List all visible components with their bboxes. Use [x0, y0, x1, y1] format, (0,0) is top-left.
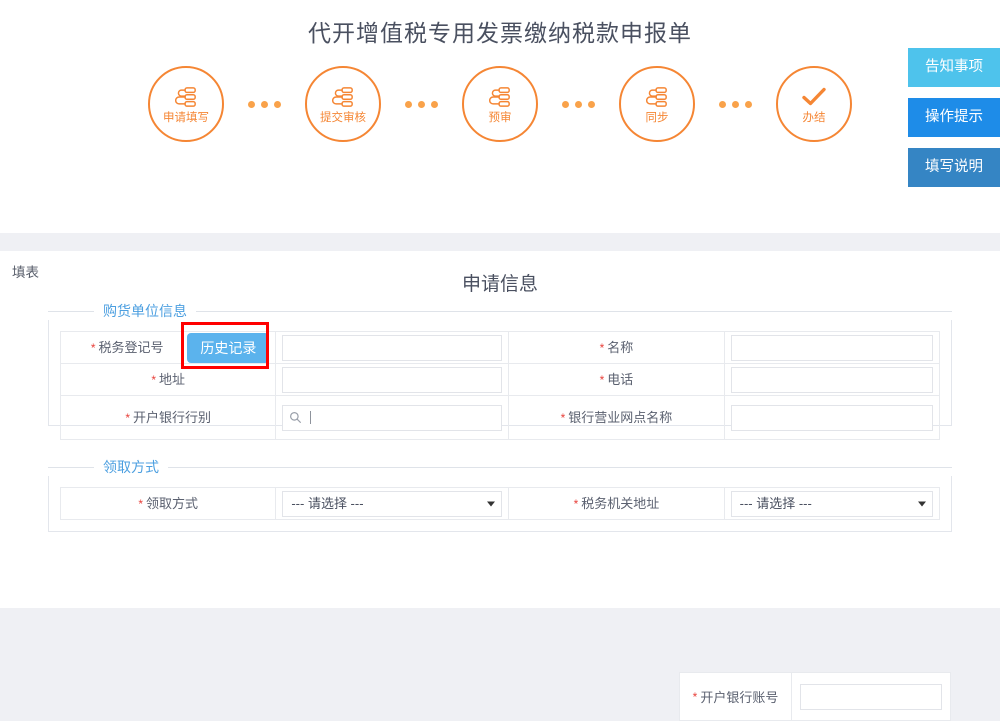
- tax-authority-address-label: * 税务机关地址: [508, 487, 725, 520]
- table-row: * 开户银行行别 * 银行营业网点名称: [59, 395, 941, 440]
- sitemap-icon: [489, 84, 511, 110]
- buyer-info-legend: 购货单位信息: [48, 302, 952, 320]
- company-name-input[interactable]: [730, 334, 933, 361]
- section-title: 申请信息: [461, 274, 538, 295]
- delivery-method-group: 领取方式 * 领取方式 --- 请选择 --- * 税务机关地址 --- 请选择…: [48, 458, 952, 532]
- buyer-info-table: * 税务登记号 历史记录 * 名称 * 地址 * 电话 * 开户银行行别 * 银…: [59, 322, 941, 440]
- tab-fill-form[interactable]: 填表: [0, 251, 57, 285]
- filling-instructions-button[interactable]: 填写说明: [908, 148, 1000, 187]
- table-row: * 领取方式 --- 请选择 --- * 税务机关地址 --- 请选择 ---: [59, 487, 941, 520]
- tax-registration-no-input[interactable]: [282, 334, 503, 361]
- required-asterisk: *: [599, 372, 605, 387]
- history-record-button[interactable]: 历史记录: [187, 332, 270, 363]
- bank-type-search-input[interactable]: [282, 404, 503, 431]
- required-asterisk: *: [151, 372, 156, 387]
- card-separator: [0, 233, 1000, 251]
- phone-label: * 电话: [508, 363, 725, 396]
- required-asterisk: *: [138, 496, 143, 511]
- table-row: * 税务登记号 历史记录 * 名称: [59, 322, 941, 369]
- delivery-method-field-cell: --- 请选择 ---: [275, 487, 510, 520]
- phone-field-cell: [723, 363, 941, 396]
- step-item-5[interactable]: 办结: [776, 66, 852, 142]
- operation-tips-button[interactable]: 操作提示: [908, 98, 1000, 137]
- sitemap-icon: [175, 84, 197, 110]
- tax-authority-address-field-cell: --- 请选择 ---: [723, 487, 941, 520]
- step-label: 提交审核: [320, 111, 366, 124]
- legend-label: 购货单位信息: [103, 303, 187, 319]
- legend-line-left: [48, 310, 94, 312]
- required-asterisk: *: [125, 410, 130, 425]
- required-asterisk: *: [599, 340, 605, 355]
- tax-authority-address-select[interactable]: --- 请选择 ---: [730, 490, 933, 517]
- step-label: 同步: [645, 111, 669, 124]
- three-dots-icon: [248, 100, 281, 108]
- phone-input[interactable]: [730, 366, 933, 393]
- buyer-info-body: * 税务登记号 历史记录 * 名称 * 地址 * 电话 * 开户银行行别 * 银…: [48, 320, 952, 440]
- bank-type-field-cell: [275, 395, 510, 440]
- sitemap-icon: [332, 84, 354, 110]
- form-card: 填表 申请信息 购货单位信息 * 税务登记号 历史记录 * 名称 * 地址 * …: [0, 251, 1000, 721]
- bank-type-label: * 开户银行行别: [59, 395, 277, 440]
- step-item-3[interactable]: 预审: [462, 66, 538, 142]
- tax-registration-no-label: * 税务登记号: [90, 339, 164, 355]
- address-label: * 地址: [59, 363, 277, 396]
- page-title: 代开增值税专用发票缴纳税款申报单: [308, 20, 692, 46]
- bank-account-label: * 开户银行账号: [679, 672, 792, 721]
- required-asterisk: *: [692, 689, 698, 704]
- bank-account-field-cell: [792, 672, 951, 721]
- delivery-method-table: * 领取方式 --- 请选择 --- * 税务机关地址 --- 请选择 ---: [59, 487, 941, 520]
- check-icon: [801, 84, 827, 110]
- three-dots-icon: [562, 100, 595, 108]
- bank-branch-name-input[interactable]: [730, 404, 933, 431]
- company-name-label: * 名称: [508, 331, 725, 364]
- text-caret: [310, 411, 312, 424]
- tax-registration-no-field-cell: [275, 331, 510, 364]
- required-asterisk: *: [90, 340, 96, 355]
- three-dots-icon: [719, 100, 752, 108]
- step-item-4[interactable]: 同步: [619, 66, 695, 142]
- three-dots-icon: [405, 100, 438, 108]
- step-item-2[interactable]: 提交审核: [305, 66, 381, 142]
- sitemap-icon: [646, 84, 668, 110]
- notice-items-button[interactable]: 告知事项: [908, 48, 1000, 87]
- delivery-method-body: * 领取方式 --- 请选择 --- * 税务机关地址 --- 请选择 ---: [48, 476, 952, 532]
- progress-stepper: 申请填写 提交审核 预审 同步 办结: [0, 66, 1000, 142]
- bank-account-input[interactable]: [800, 683, 942, 710]
- step-label: 申请填写: [163, 111, 209, 124]
- tab-fold-corner: [0, 285, 18, 297]
- magnifier-icon: [290, 412, 302, 423]
- delivery-method-select[interactable]: --- 请选择 ---: [282, 490, 503, 517]
- buyer-info-group: 购货单位信息 * 税务登记号 历史记录 * 名称 * 地址 * 电话 * 开户银…: [48, 302, 952, 440]
- header-card: 代开增值税专用发票缴纳税款申报单 申请填写 提交审核 预审 同步 办结 告知事项…: [0, 0, 1000, 233]
- delivery-method-label: * 领取方式: [59, 487, 277, 520]
- step-label: 办结: [802, 111, 826, 124]
- required-asterisk: *: [573, 496, 579, 511]
- company-name-field-cell: [723, 331, 941, 364]
- address-input[interactable]: [282, 366, 503, 393]
- bank-account-row: * 开户银行账号: [679, 672, 951, 721]
- legend-label: 领取方式: [103, 459, 159, 475]
- table-row: * 地址 * 电话: [59, 363, 941, 396]
- tax-registration-no-label-cell: * 税务登记号 历史记录: [59, 322, 277, 369]
- bank-branch-name-field-cell: [723, 395, 941, 440]
- step-item-1[interactable]: 申请填写: [148, 66, 224, 142]
- legend-line-right: [196, 310, 952, 312]
- bank-branch-name-label: * 银行营业网点名称: [508, 395, 725, 440]
- address-field-cell: [275, 363, 510, 396]
- delivery-method-legend: 领取方式: [48, 458, 952, 476]
- legend-line-right: [168, 466, 952, 468]
- legend-line-left: [48, 466, 94, 468]
- side-action-buttons: 告知事项 操作提示 填写说明: [908, 48, 1000, 187]
- required-asterisk: *: [560, 410, 566, 425]
- step-label: 预审: [488, 111, 512, 124]
